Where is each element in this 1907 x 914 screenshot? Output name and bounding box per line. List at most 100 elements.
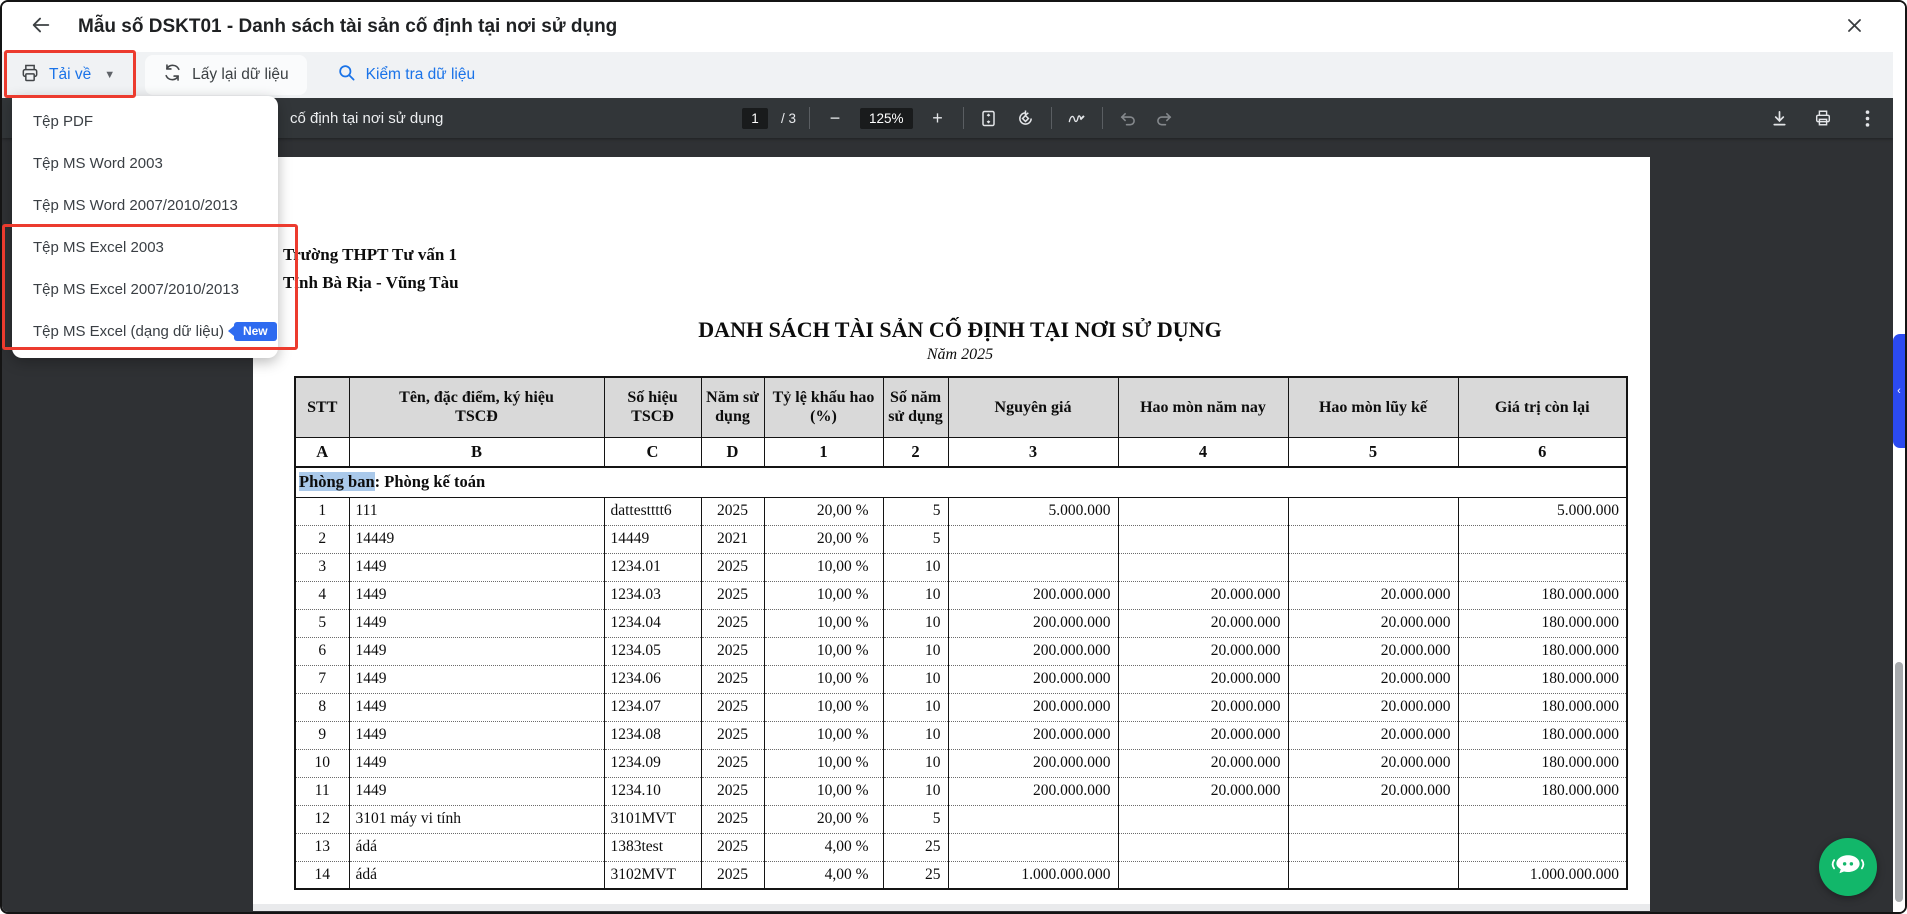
table-cell: 10 bbox=[883, 581, 948, 609]
table-row: 21444914449202120,00 %5 bbox=[295, 525, 1627, 553]
undo-button[interactable] bbox=[1116, 104, 1140, 132]
table-cell: 10 bbox=[883, 637, 948, 665]
refresh-data-button[interactable]: Lấy lại dữ liệu bbox=[145, 55, 307, 95]
table-cell: 20.000.000 bbox=[1288, 581, 1458, 609]
zoom-in-button[interactable]: + bbox=[926, 104, 950, 132]
zoom-level-value[interactable]: 125% bbox=[860, 108, 913, 129]
table-cell: 4,00 % bbox=[764, 861, 883, 889]
vertical-scrollbar-thumb[interactable] bbox=[1895, 662, 1903, 902]
table-cell bbox=[948, 805, 1118, 833]
table-cell: 20.000.000 bbox=[1118, 581, 1288, 609]
table-cell: 180.000.000 bbox=[1458, 777, 1627, 805]
column-header: Nguyên giá bbox=[948, 377, 1118, 437]
table-row: 714491234.06202510,00 %10200.000.00020.0… bbox=[295, 665, 1627, 693]
vertical-scrollbar-track[interactable] bbox=[1893, 2, 1905, 912]
column-letter: 1 bbox=[764, 437, 883, 467]
table-cell: 1234.08 bbox=[604, 721, 701, 749]
table-cell: 25 bbox=[883, 861, 948, 889]
check-data-button[interactable]: Kiểm tra dữ liệu bbox=[321, 55, 491, 95]
table-cell: 9 bbox=[295, 721, 349, 749]
table-cell: 5 bbox=[295, 609, 349, 637]
refresh-button-label: Lấy lại dữ liệu bbox=[192, 66, 289, 84]
check-button-label: Kiểm tra dữ liệu bbox=[366, 66, 475, 84]
table-cell: 2025 bbox=[701, 637, 764, 665]
more-options-icon[interactable] bbox=[1855, 104, 1879, 132]
table-cell: 180.000.000 bbox=[1458, 721, 1627, 749]
highlighted-text: Phòng ban bbox=[299, 472, 375, 491]
table-cell: 10,00 % bbox=[764, 693, 883, 721]
table-cell: 10,00 % bbox=[764, 637, 883, 665]
column-letter: 4 bbox=[1118, 437, 1288, 467]
table-cell: 200.000.000 bbox=[948, 581, 1118, 609]
download-pdf-icon[interactable] bbox=[1767, 104, 1791, 132]
page-number-input[interactable]: 1 bbox=[742, 108, 768, 129]
redo-button[interactable] bbox=[1153, 104, 1177, 132]
table-cell: 10 bbox=[883, 609, 948, 637]
table-cell: 20.000.000 bbox=[1118, 749, 1288, 777]
table-cell: 2025 bbox=[701, 721, 764, 749]
table-cell bbox=[1458, 805, 1627, 833]
table-cell: 4 bbox=[295, 581, 349, 609]
table-cell: 10 bbox=[883, 553, 948, 581]
zoom-out-button[interactable]: − bbox=[823, 104, 847, 132]
column-header: STT bbox=[295, 377, 349, 437]
fit-to-page-button[interactable] bbox=[977, 104, 1001, 132]
close-button[interactable] bbox=[1841, 15, 1867, 41]
annotate-pen-icon[interactable] bbox=[1065, 104, 1089, 132]
table-cell: 10 bbox=[295, 749, 349, 777]
print-icon[interactable] bbox=[1811, 104, 1835, 132]
menu-item-3[interactable]: Tệp MS Excel 2003 bbox=[12, 226, 278, 268]
column-letter: 6 bbox=[1458, 437, 1627, 467]
refresh-icon bbox=[163, 63, 182, 87]
table-cell: 6 bbox=[295, 637, 349, 665]
table-cell: 10,00 % bbox=[764, 581, 883, 609]
table-cell: 10 bbox=[883, 749, 948, 777]
table-cell: 1383test bbox=[604, 833, 701, 861]
report-page: Trường THPT Tư vấn 1 Tỉnh Bà Rịa - Vũng … bbox=[253, 157, 1650, 904]
rotate-button[interactable] bbox=[1014, 104, 1038, 132]
table-cell bbox=[948, 525, 1118, 553]
menu-item-1[interactable]: Tệp MS Word 2003 bbox=[12, 142, 278, 184]
report-year: Năm 2025 bbox=[294, 346, 1626, 364]
menu-item-4[interactable]: Tệp MS Excel 2007/2010/2013 bbox=[12, 268, 278, 310]
table-row: 1111dattestttt6202520,00 %55.000.0005.00… bbox=[295, 497, 1627, 525]
menu-item-0[interactable]: Tệp PDF bbox=[12, 100, 278, 142]
table-cell bbox=[1288, 553, 1458, 581]
modal-header: Mẫu số DSKT01 - Danh sách tài sản cố địn… bbox=[2, 2, 1905, 52]
table-cell: 10,00 % bbox=[764, 609, 883, 637]
column-letter: C bbox=[604, 437, 701, 467]
table-cell: 1449 bbox=[349, 721, 604, 749]
chevron-left-icon: ‹ bbox=[1897, 385, 1901, 397]
menu-item-2[interactable]: Tệp MS Word 2007/2010/2013 bbox=[12, 184, 278, 226]
horizontal-scrollbar-track[interactable] bbox=[253, 904, 1650, 911]
table-cell: 10 bbox=[883, 665, 948, 693]
table-cell bbox=[1458, 833, 1627, 861]
table-cell: 200.000.000 bbox=[948, 749, 1118, 777]
column-header: Hao mòn năm nay bbox=[1118, 377, 1288, 437]
side-panel-toggle-tab[interactable]: ‹ bbox=[1893, 334, 1905, 448]
table-cell: 20.000.000 bbox=[1118, 637, 1288, 665]
table-cell: 20.000.000 bbox=[1118, 777, 1288, 805]
chevron-down-icon: ▼ bbox=[104, 69, 115, 81]
table-cell: 12 bbox=[295, 805, 349, 833]
support-chat-button[interactable] bbox=[1819, 838, 1877, 896]
menu-item-label: Tệp MS Word 2007/2010/2013 bbox=[33, 197, 238, 214]
table-cell: 2021 bbox=[701, 525, 764, 553]
table-cell: 20.000.000 bbox=[1118, 721, 1288, 749]
table-cell: 10,00 % bbox=[764, 749, 883, 777]
table-row: 1114491234.10202510,00 %10200.000.00020.… bbox=[295, 777, 1627, 805]
toolbar-divider bbox=[1102, 107, 1103, 129]
back-button[interactable] bbox=[26, 12, 56, 42]
menu-item-5[interactable]: Tệp MS Excel (dạng dữ liệu)New bbox=[12, 310, 278, 352]
column-header: Số năm sử dụng bbox=[883, 377, 948, 437]
assets-table: STTTên, đặc điểm, ký hiệu TSCĐSố hiệu TS… bbox=[294, 376, 1628, 890]
table-cell: 1 bbox=[295, 497, 349, 525]
department-group-row: Phòng ban: Phòng kế toán bbox=[295, 467, 1627, 497]
column-letter: D bbox=[701, 437, 764, 467]
column-letter: A bbox=[295, 437, 349, 467]
table-cell bbox=[1288, 497, 1458, 525]
download-menu: Tệp PDFTệp MS Word 2003 Tệp MS Word 2007/… bbox=[12, 96, 278, 358]
download-button[interactable]: Tải về ▼ bbox=[2, 55, 127, 95]
table-cell: 2025 bbox=[701, 805, 764, 833]
table-cell: 10,00 % bbox=[764, 777, 883, 805]
